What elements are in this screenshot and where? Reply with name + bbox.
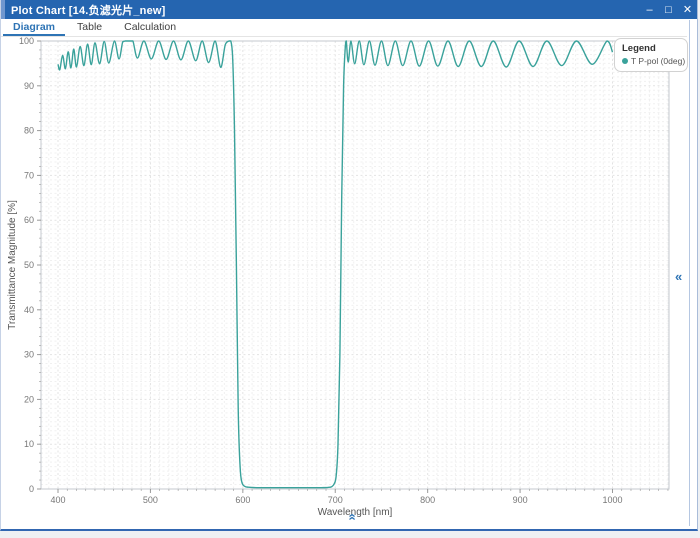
plot-chart-window: Plot Chart [14.负滤光片_new] – □ ✕ Diagram T… [0, 0, 698, 531]
side-panel-splitter[interactable] [689, 20, 690, 526]
plot-canvas: 0 10 20 30 40 50 60 70 80 90 100 400 500 600 700 800 900… [1, 37, 695, 528]
legend-box: Legend T P-pol (0deg) [614, 38, 688, 72]
svg-text:10: 10 [24, 439, 34, 449]
svg-text:20: 20 [24, 394, 34, 404]
svg-text:0: 0 [29, 484, 34, 494]
close-button[interactable]: ✕ [678, 0, 697, 19]
collapse-right-icon[interactable]: « [675, 271, 682, 283]
tab-table[interactable]: Table [67, 19, 112, 36]
tab-diagram[interactable]: Diagram [3, 19, 65, 36]
window-title: Plot Chart [14.负滤光片_new] [5, 2, 166, 18]
svg-text:700: 700 [328, 495, 343, 505]
svg-text:60: 60 [24, 215, 34, 225]
svg-text:70: 70 [24, 170, 34, 180]
series-swatch-icon [622, 58, 628, 64]
svg-text:600: 600 [235, 495, 250, 505]
svg-text:Transmittance Magnitude [%]: Transmittance Magnitude [%] [7, 200, 18, 330]
svg-text:500: 500 [143, 495, 158, 505]
minimize-button[interactable]: – [640, 0, 659, 19]
svg-text:80: 80 [24, 126, 34, 136]
svg-text:400: 400 [50, 495, 65, 505]
svg-text:40: 40 [24, 305, 34, 315]
svg-text:100: 100 [19, 37, 34, 46]
chart-area: 0 10 20 30 40 50 60 70 80 90 100 400 500 600 700 800 900… [1, 37, 695, 528]
legend-item: T P-pol (0deg) [622, 56, 681, 66]
collapse-bottom-icon[interactable]: « [347, 513, 359, 520]
title-bar[interactable]: Plot Chart [14.负滤光片_new] – □ ✕ [1, 0, 697, 19]
legend-item-label: T P-pol (0deg) [631, 56, 685, 66]
svg-text:90: 90 [24, 81, 34, 91]
svg-text:1000: 1000 [602, 495, 622, 505]
legend-title: Legend [622, 43, 681, 54]
svg-text:800: 800 [420, 495, 435, 505]
svg-text:900: 900 [513, 495, 528, 505]
tab-calculation[interactable]: Calculation [114, 19, 186, 36]
svg-text:30: 30 [24, 350, 34, 360]
maximize-button[interactable]: □ [659, 0, 678, 19]
tab-bar: Diagram Table Calculation [1, 19, 687, 37]
window-controls: – □ ✕ [640, 0, 697, 19]
svg-text:50: 50 [24, 260, 34, 270]
